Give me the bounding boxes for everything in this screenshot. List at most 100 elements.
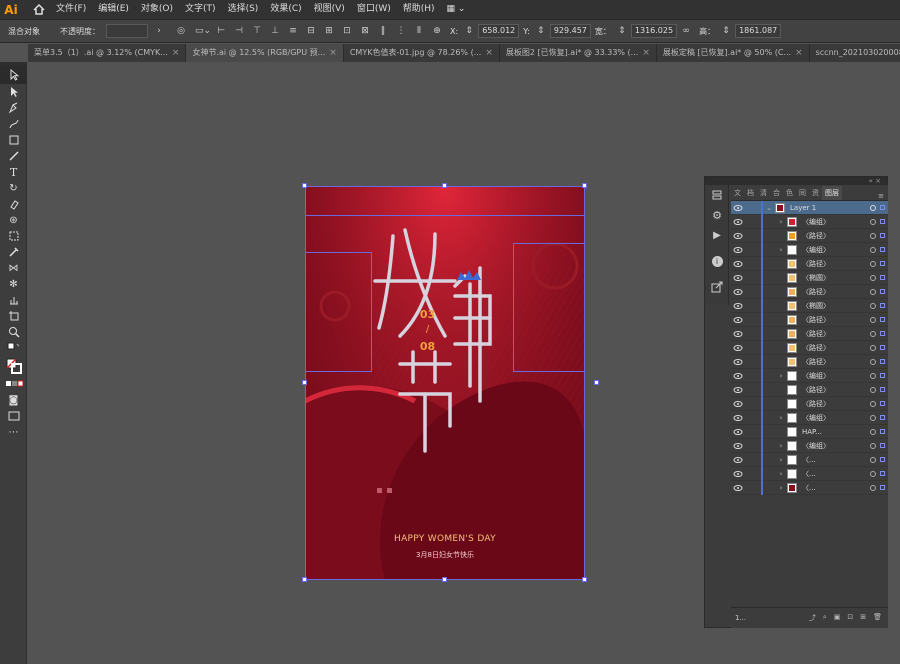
target-circle-icon[interactable] [870, 302, 876, 309]
visibility-eye-icon[interactable] [731, 246, 745, 253]
curvature-tool-icon[interactable] [0, 116, 27, 132]
chevron-right-icon[interactable]: › [775, 484, 787, 492]
visibility-eye-icon[interactable] [731, 232, 745, 239]
distribute-top-icon[interactable]: ⊞ [322, 24, 336, 38]
opacity-field[interactable] [106, 24, 148, 38]
draw-mode-icon[interactable]: ◙ [0, 392, 27, 408]
fill-stroke-swap-icon[interactable] [0, 340, 27, 356]
target-circle-icon[interactable] [870, 316, 876, 323]
panel-tab[interactable]: 档 [744, 186, 757, 200]
eraser-tool-icon[interactable] [0, 196, 27, 212]
chevron-right-icon[interactable]: › [775, 456, 787, 464]
zoom-tool-icon[interactable] [0, 324, 27, 340]
resize-handle-bl[interactable] [302, 577, 307, 582]
sublayer-row[interactable]: 〈路径〉 [731, 354, 888, 369]
selection-square-icon[interactable] [880, 401, 885, 406]
artboard-tool-icon[interactable] [0, 308, 27, 324]
direct-selection-tool-icon[interactable] [0, 84, 27, 100]
sublayer-row[interactable]: 〈路径〉 [731, 340, 888, 355]
target-circle-icon[interactable] [870, 344, 876, 351]
visibility-eye-icon[interactable] [731, 288, 745, 295]
chevron-right-icon[interactable]: › [775, 372, 787, 380]
chevron-right-icon[interactable]: › [152, 24, 166, 38]
color-mode-icon[interactable] [0, 376, 27, 392]
target-circle-icon[interactable] [870, 428, 876, 435]
sublayer-row[interactable]: 〈路径〉 [731, 326, 888, 341]
sublayer-row[interactable]: 〈路径〉 [731, 382, 888, 397]
selection-square-icon[interactable] [880, 205, 885, 210]
y-stepper-icon[interactable]: ⇕ [534, 24, 548, 38]
clipping-mask-icon[interactable]: ▣ [834, 613, 841, 623]
rectangle-tool-icon[interactable] [0, 132, 27, 148]
sublayer-row[interactable]: › 〈... [731, 452, 888, 467]
visibility-eye-icon[interactable] [731, 358, 745, 365]
close-tab-icon[interactable]: × [795, 44, 803, 62]
align-right-icon[interactable]: ⊤ [250, 24, 264, 38]
y-field[interactable]: 929.457 [549, 24, 591, 38]
selection-square-icon[interactable] [880, 275, 885, 280]
delete-icon[interactable]: 🗑 [873, 613, 882, 623]
target-circle-icon[interactable] [870, 400, 876, 407]
document-tab[interactable]: 菜单3.5（1）.ai @ 3.12% (CMYK... × [28, 44, 187, 62]
align-top-icon[interactable]: ⊥ [268, 24, 282, 38]
target-circle-icon[interactable] [870, 414, 876, 421]
link-proportions-icon[interactable]: ∞ [679, 24, 693, 38]
info-panel-icon[interactable]: i [705, 251, 729, 271]
sublayer-row[interactable]: › 〈编组〉 [731, 368, 888, 383]
visibility-eye-icon[interactable] [731, 386, 745, 393]
selection-square-icon[interactable] [880, 471, 885, 476]
sublayer-row[interactable]: 〈路径〉 [731, 256, 888, 271]
selection-square-icon[interactable] [880, 457, 885, 462]
width-field[interactable]: 1316.025 [630, 24, 678, 38]
close-tab-icon[interactable]: × [642, 44, 650, 62]
document-tab[interactable]: 展板定稿 [已恢复].ai* @ 50% (C... × [657, 44, 810, 62]
align-vcenter-icon[interactable]: ≡ [286, 24, 300, 38]
resize-handle-r[interactable] [594, 380, 599, 385]
w-stepper-icon[interactable]: ⇕ [615, 24, 629, 38]
align-bottom-icon[interactable]: ⊟ [304, 24, 318, 38]
document-tab[interactable]: 展板图2 [已恢复].ai* @ 33.33% (... × [500, 44, 657, 62]
resize-handle-l[interactable] [302, 380, 307, 385]
free-transform-tool-icon[interactable] [0, 228, 27, 244]
resize-handle-br[interactable] [582, 577, 587, 582]
appearance-panel-icon[interactable]: ⚙ [705, 205, 729, 225]
sublayer-row[interactable]: 〈路径〉 [731, 396, 888, 411]
sublayer-row[interactable]: › 〈编组〉 [731, 438, 888, 453]
document-tab[interactable]: 女神节.ai @ 12.5% (RGB/GPU 预... × [186, 44, 344, 62]
panel-tab[interactable]: 合 [770, 186, 783, 200]
sublayer-row[interactable]: 〈路径〉 [731, 284, 888, 299]
align-to-icon[interactable]: ▭⌄ [195, 24, 211, 38]
x-stepper-icon[interactable]: ⇕ [462, 24, 476, 38]
visibility-eye-icon[interactable] [731, 400, 745, 407]
chevron-down-icon[interactable]: ⌄ [763, 204, 775, 212]
home-icon[interactable] [28, 0, 50, 19]
close-tab-icon[interactable]: × [329, 44, 337, 62]
panel-tab[interactable]: 色 [783, 186, 796, 200]
panel-collapse-icon[interactable]: « × [705, 177, 887, 185]
target-circle-icon[interactable] [870, 372, 876, 379]
visibility-eye-icon[interactable] [731, 344, 745, 351]
target-circle-icon[interactable] [870, 204, 876, 211]
x-field[interactable]: 658.012 [478, 24, 520, 38]
chevron-right-icon[interactable]: › [775, 218, 787, 226]
visibility-eye-icon[interactable] [731, 316, 745, 323]
export-panel-icon[interactable] [705, 277, 729, 297]
panel-tab[interactable]: 图层 [822, 186, 842, 200]
target-circle-icon[interactable] [870, 456, 876, 463]
target-circle-icon[interactable] [870, 288, 876, 295]
visibility-eye-icon[interactable] [731, 470, 745, 477]
menu-item[interactable]: 视图(V) [308, 0, 351, 19]
selection-square-icon[interactable] [880, 219, 885, 224]
recolor-icon[interactable]: ◎ [174, 24, 188, 38]
more-tools-icon[interactable]: ⋯ [0, 424, 27, 440]
selection-square-icon[interactable] [880, 415, 885, 420]
visibility-eye-icon[interactable] [731, 302, 745, 309]
visibility-eye-icon[interactable] [731, 484, 745, 491]
sublayer-row[interactable]: › 〈... [731, 480, 888, 495]
target-circle-icon[interactable] [870, 246, 876, 253]
type-tool-icon[interactable]: T [0, 164, 27, 180]
target-circle-icon[interactable] [870, 232, 876, 239]
selection-square-icon[interactable] [880, 429, 885, 434]
locate-object-icon[interactable]: ⌕ [823, 613, 827, 623]
actions-panel-icon[interactable]: ▶ [705, 225, 729, 245]
